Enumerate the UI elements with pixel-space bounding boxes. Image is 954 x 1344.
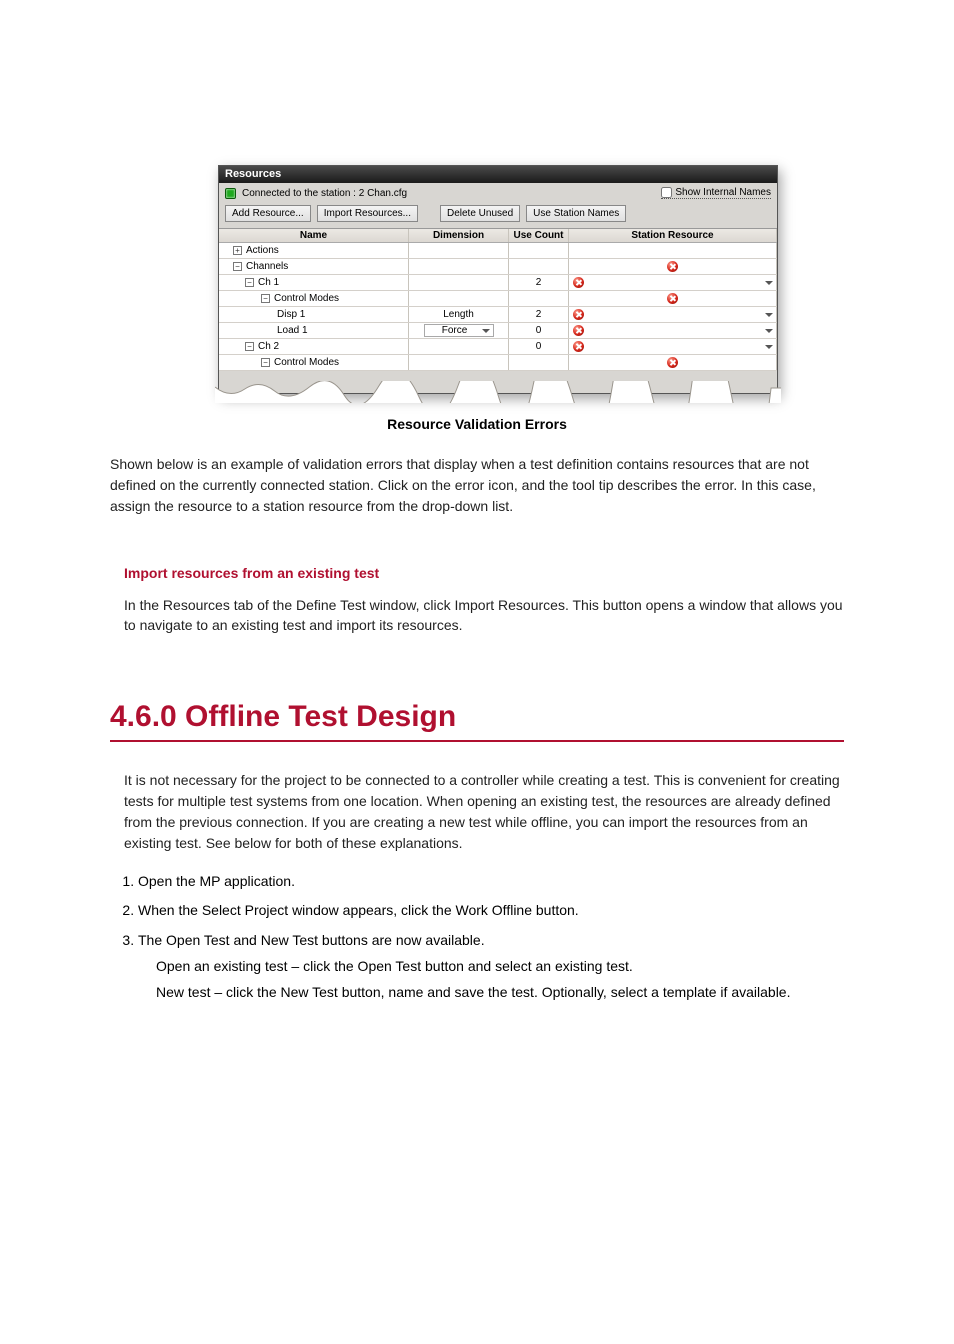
error-icon[interactable]: [667, 261, 678, 272]
row-control-modes-1[interactable]: −Control Modes: [219, 291, 777, 307]
toolbar: Add Resource... Import Resources... Dele…: [219, 203, 777, 228]
use-station-names-button[interactable]: Use Station Names: [526, 205, 626, 222]
step-3a: Open an existing test – click the Open T…: [156, 955, 844, 979]
row-channels[interactable]: −Channels: [219, 259, 777, 275]
col-header-station-resource: Station Resource: [569, 229, 777, 242]
collapse-icon[interactable]: −: [245, 278, 254, 287]
resources-grid: Name Dimension Use Count Station Resourc…: [219, 228, 777, 371]
dropdown-caret-icon[interactable]: [482, 329, 490, 333]
row-control-modes-2[interactable]: −Control Modes: [219, 355, 777, 371]
section-title: 4.6.0 Offline Test Design: [110, 700, 844, 742]
step-3b: New test – click the New Test button, na…: [156, 981, 844, 1005]
connection-led-icon: [225, 188, 236, 199]
status-row: Connected to the station : 2 Chan.cfg Sh…: [219, 183, 777, 203]
show-internal-names-checkbox[interactable]: [661, 187, 672, 198]
add-resource-button[interactable]: Add Resource...: [225, 205, 311, 222]
dropdown-caret-icon[interactable]: [765, 281, 773, 285]
row-ch1[interactable]: −Ch 1 2: [219, 275, 777, 291]
dropdown-caret-icon[interactable]: [765, 329, 773, 333]
delete-unused-button[interactable]: Delete Unused: [440, 205, 520, 222]
step-1: Open the MP application.: [138, 870, 844, 894]
error-icon[interactable]: [573, 341, 584, 352]
figure-caption: Resource Validation Errors: [110, 416, 844, 432]
collapse-icon[interactable]: −: [245, 342, 254, 351]
collapse-icon[interactable]: −: [261, 358, 270, 367]
error-icon[interactable]: [573, 277, 584, 288]
row-disp1[interactable]: Disp 1 Length 2: [219, 307, 777, 323]
dimension-dropdown[interactable]: Force: [424, 324, 494, 337]
col-header-use-count: Use Count: [509, 229, 569, 242]
collapse-icon[interactable]: −: [233, 262, 242, 271]
torn-edge: [219, 371, 777, 393]
col-header-name: Name: [219, 229, 409, 242]
steps-list: Open the MP application. When the Select…: [138, 870, 844, 1005]
step-3: The Open Test and New Test buttons are n…: [138, 929, 844, 1004]
error-icon[interactable]: [573, 325, 584, 336]
import-resources-paragraph: In the Resources tab of the Define Test …: [124, 595, 844, 636]
error-icon[interactable]: [667, 293, 678, 304]
collapse-icon[interactable]: −: [261, 294, 270, 303]
show-internal-names-label: Show Internal Names: [675, 187, 771, 198]
window-titlebar: Resources: [219, 166, 777, 183]
connection-status-text: Connected to the station : 2 Chan.cfg: [242, 188, 655, 199]
step-2: When the Select Project window appears, …: [138, 899, 844, 923]
import-resources-button[interactable]: Import Resources...: [317, 205, 418, 222]
expand-icon[interactable]: +: [233, 246, 242, 255]
error-icon[interactable]: [667, 357, 678, 368]
section-body: It is not necessary for the project to b…: [124, 770, 844, 854]
show-internal-names-toggle[interactable]: Show Internal Names: [661, 187, 771, 199]
col-header-dimension: Dimension: [409, 229, 509, 242]
grid-header: Name Dimension Use Count Station Resourc…: [219, 229, 777, 243]
dropdown-caret-icon[interactable]: [765, 313, 773, 317]
row-ch2[interactable]: −Ch 2 0: [219, 339, 777, 355]
import-resources-heading: Import resources from an existing test: [124, 565, 844, 581]
error-icon[interactable]: [573, 309, 584, 320]
row-load1[interactable]: Load 1 Force 0: [219, 323, 777, 339]
window-title: Resources: [225, 168, 281, 180]
row-actions[interactable]: +Actions: [219, 243, 777, 259]
dropdown-caret-icon[interactable]: [765, 345, 773, 349]
body-paragraph-1: Shown below is an example of validation …: [110, 454, 844, 517]
resources-window: Resources Connected to the station : 2 C…: [218, 165, 778, 394]
